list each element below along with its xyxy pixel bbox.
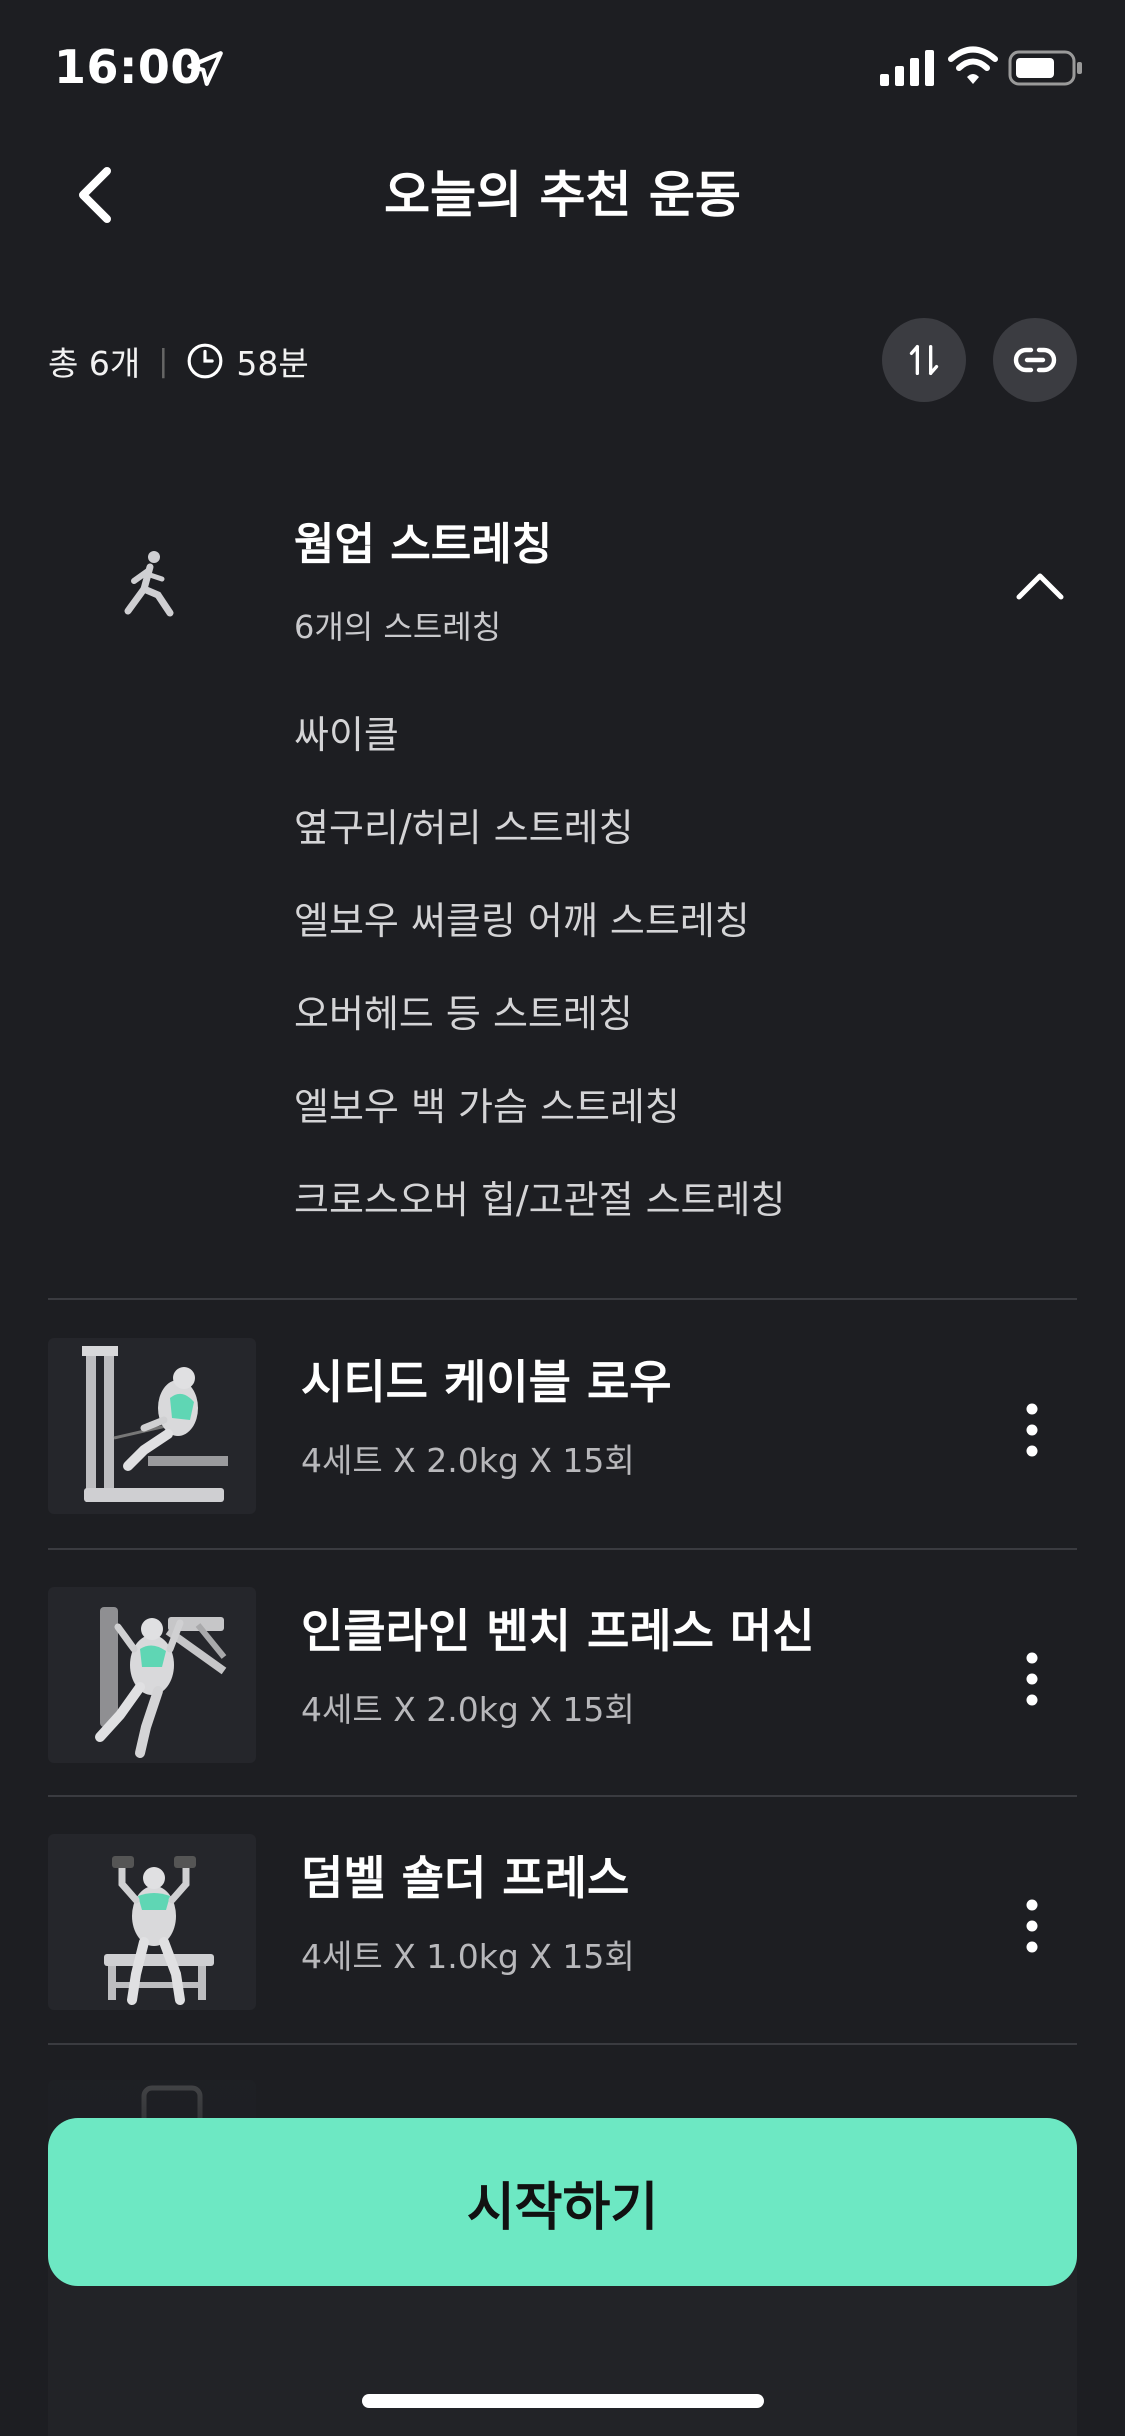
- status-time: 16:00: [54, 40, 203, 94]
- screen: 16:00 오늘의 추천 운동 총 6개 | 58분 웜업 스트레칭 6개의 스…: [0, 0, 1125, 2436]
- wifi-icon: [948, 46, 998, 84]
- dumbbell-shoulder-press-illustration: [104, 1856, 214, 2005]
- stretch-item: 오버헤드 등 스트레칭: [294, 992, 633, 1036]
- stretch-list: 싸이클 옆구리/허리 스트레칭 엘보우 써클링 어깨 스트레칭 오버헤드 등 스…: [294, 700, 785, 1258]
- more-vertical-icon: [1026, 1403, 1038, 1457]
- exercise-name: 인클라인 벤치 프레스 머신: [301, 1604, 815, 1658]
- stretch-item: 엘보우 백 가슴 스트레칭: [294, 1085, 680, 1129]
- sort-arrows-icon: [909, 345, 939, 375]
- share-link-button[interactable]: [993, 318, 1077, 402]
- exercise-thumbnail: [48, 1338, 256, 1514]
- incline-bench-press-machine-illustration: [95, 1607, 227, 1758]
- chevron-up-icon: [1016, 573, 1064, 600]
- exercise-row[interactable]: 인클라인 벤치 프레스 머신 4세트 X 2.0kg X 15회: [48, 1587, 1077, 1763]
- exercise-name: 덤벨 숄더 프레스: [301, 1851, 630, 1905]
- row-divider: [48, 1548, 1077, 1550]
- summary-row: 총 6개 | 58분: [48, 336, 309, 386]
- stretch-item: 싸이클: [294, 713, 399, 757]
- total-duration: 58분: [236, 344, 309, 383]
- summary-divider: |: [158, 343, 169, 379]
- sort-button[interactable]: [882, 318, 966, 402]
- exercise-thumbnail: [48, 1587, 256, 1763]
- clock-icon: [187, 343, 223, 379]
- section-divider: [48, 1298, 1077, 1300]
- exercise-detail: 4세트 X 2.0kg X 15회: [301, 1441, 635, 1480]
- exercise-row[interactable]: 덤벨 숄더 프레스 4세트 X 1.0kg X 15회: [48, 1834, 1077, 2010]
- row-divider: [48, 1795, 1077, 1797]
- seated-cable-row-illustration: [82, 1346, 228, 1502]
- more-options-button[interactable]: [1012, 1639, 1052, 1719]
- more-options-button[interactable]: [1012, 1886, 1052, 1966]
- exercise-detail: 4세트 X 1.0kg X 15회: [301, 1937, 635, 1976]
- exercise-count: 총 6개: [48, 344, 141, 383]
- signal-icon: [880, 50, 934, 86]
- more-options-button[interactable]: [1012, 1390, 1052, 1470]
- exercise-thumbnail: [48, 1834, 256, 2010]
- more-vertical-icon: [1026, 1899, 1038, 1953]
- status-bar: 16:00: [0, 0, 1125, 130]
- exercise-row[interactable]: 시티드 케이블 로우 4세트 X 2.0kg X 15회: [48, 1338, 1077, 1514]
- battery-icon: [1008, 50, 1082, 86]
- stretch-item: 옆구리/허리 스트레칭: [294, 806, 634, 850]
- exercise-detail: 4세트 X 2.0kg X 15회: [301, 1690, 635, 1729]
- stretch-item: 엘보우 써클링 어깨 스트레칭: [294, 899, 750, 943]
- warmup-title: 웜업 스트레칭: [294, 519, 553, 570]
- row-divider: [48, 2043, 1077, 2045]
- collapse-warmup-button[interactable]: [1010, 556, 1070, 616]
- home-indicator: [362, 2394, 764, 2408]
- warmup-subtitle: 6개의 스트레칭: [294, 608, 502, 646]
- stretching-person-icon: [124, 551, 174, 617]
- exercise-name: 시티드 케이블 로우: [301, 1355, 672, 1409]
- start-workout-button[interactable]: 시작하기: [48, 2118, 1077, 2286]
- more-vertical-icon: [1026, 1652, 1038, 1706]
- page-title: 오늘의 추천 운동: [384, 166, 741, 224]
- location-arrow-icon: [187, 51, 223, 86]
- link-icon: [1013, 347, 1057, 373]
- stretch-item: 크로스오버 힙/고관절 스트레칭: [294, 1178, 786, 1222]
